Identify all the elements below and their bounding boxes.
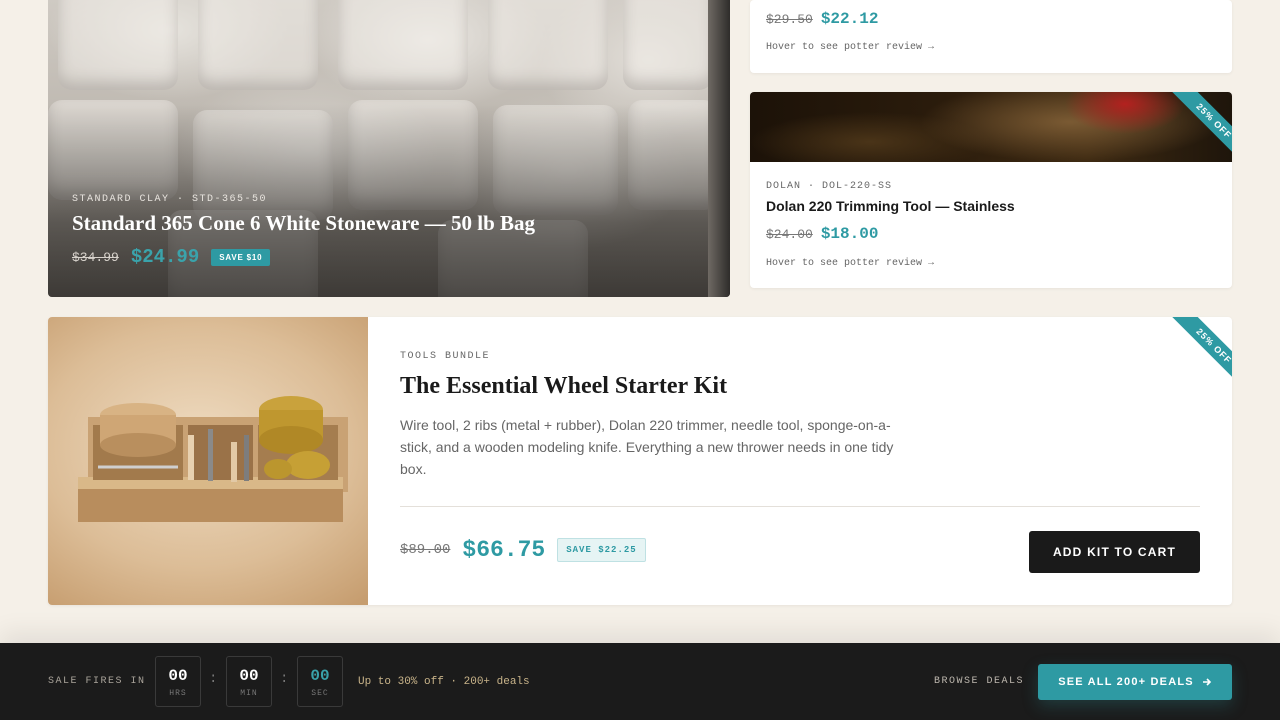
see-all-deals-button[interactable]: SEE ALL 200+ DEALS xyxy=(1038,664,1232,700)
countdown-separator: : xyxy=(280,671,289,687)
kit-category: TOOLS BUNDLE xyxy=(400,351,491,362)
hours-unit: HRS xyxy=(169,689,187,698)
kit-save-badge: SAVE $22.25 xyxy=(557,538,646,562)
dolan-old-price: $24.00 xyxy=(766,226,813,242)
see-all-deals-label: SEE ALL 200+ DEALS xyxy=(1058,676,1194,688)
card-top-old-price: $29.50 xyxy=(766,11,813,27)
discount-ribbon-label: 25% OFF xyxy=(1172,317,1232,381)
hero-save-badge: SAVE $10 xyxy=(211,248,271,266)
discount-ribbon: 25% OFF xyxy=(1168,92,1232,156)
dolan-tool-image xyxy=(750,92,1232,162)
dolan-prices: $24.00 $18.00 xyxy=(766,225,878,243)
hero-sku: STANDARD CLAY · STD-365-50 xyxy=(72,194,268,205)
discount-ribbon: 25% OFF xyxy=(1168,317,1232,381)
kit-title[interactable]: The Essential Wheel Starter Kit xyxy=(400,373,727,400)
dolan-sale-price: $18.00 xyxy=(820,225,879,243)
countdown-separator: : xyxy=(209,671,218,687)
seconds-unit: SEC xyxy=(311,689,329,698)
hours-value: 00 xyxy=(168,667,188,685)
kit-description: Wire tool, 2 ribs (metal + rubber), Dola… xyxy=(400,417,894,477)
dolan-title[interactable]: Dolan 220 Trimming Tool — Stainless xyxy=(766,198,1015,214)
browse-deals-link[interactable]: BROWSE DEALS xyxy=(934,676,1024,687)
discount-ribbon-label: 25% OFF xyxy=(1172,92,1232,156)
hero-old-price: $34.99 xyxy=(72,249,119,265)
countdown-seconds: 00 SEC xyxy=(297,656,343,707)
dolan-sku: DOLAN · DOL-220-SS xyxy=(766,181,893,192)
product-card-dolan[interactable]: 25% OFF DOLAN · DOL-220-SS Dolan 220 Tri… xyxy=(750,92,1232,288)
countdown-label: SALE FIRES IN xyxy=(48,676,146,687)
kit-old-price: $89.00 xyxy=(400,542,451,558)
kit-bundle-card: 25% OFF TOOLS BUNDLE The Essential Wheel… xyxy=(48,317,1232,605)
hero-product-card[interactable]: STANDARD CLAY · STD-365-50 Standard 365 … xyxy=(48,0,730,297)
card-top-review-hint[interactable]: Hover to see potter review → xyxy=(766,42,934,53)
divider xyxy=(400,506,1200,507)
minutes-value: 00 xyxy=(239,667,259,685)
product-card-top[interactable]: $29.50 $22.12 Hover to see potter review… xyxy=(750,0,1232,73)
kit-box-image xyxy=(48,317,368,605)
hero-edge xyxy=(708,0,730,297)
countdown-minutes: 00 MIN xyxy=(226,656,272,707)
card-top-prices: $29.50 $22.12 xyxy=(766,10,878,28)
hero-sale-price: $24.99 xyxy=(130,246,200,268)
add-kit-to-cart-button[interactable]: ADD KIT TO CART xyxy=(1029,531,1200,573)
kit-sale-price: $66.75 xyxy=(462,537,546,563)
sale-countdown-bar: SALE FIRES IN 00 HRS : 00 MIN : 00 SEC U… xyxy=(0,643,1280,720)
dolan-review-hint[interactable]: Hover to see potter review → xyxy=(766,258,934,269)
minutes-unit: MIN xyxy=(240,689,258,698)
hero-prices: $34.99 $24.99 SAVE $10 xyxy=(72,246,271,268)
seconds-value: 00 xyxy=(310,667,330,685)
kit-prices: $89.00 $66.75 SAVE $22.25 xyxy=(400,537,646,563)
wooden-tool-box-illustration xyxy=(78,396,348,522)
arrow-right-icon xyxy=(1202,678,1211,686)
sale-note: Up to 30% off · 200+ deals xyxy=(358,676,530,688)
hero-title[interactable]: Standard 365 Cone 6 White Stoneware — 50… xyxy=(72,211,535,236)
countdown-hours: 00 HRS xyxy=(155,656,201,707)
card-top-sale-price: $22.12 xyxy=(820,10,879,28)
